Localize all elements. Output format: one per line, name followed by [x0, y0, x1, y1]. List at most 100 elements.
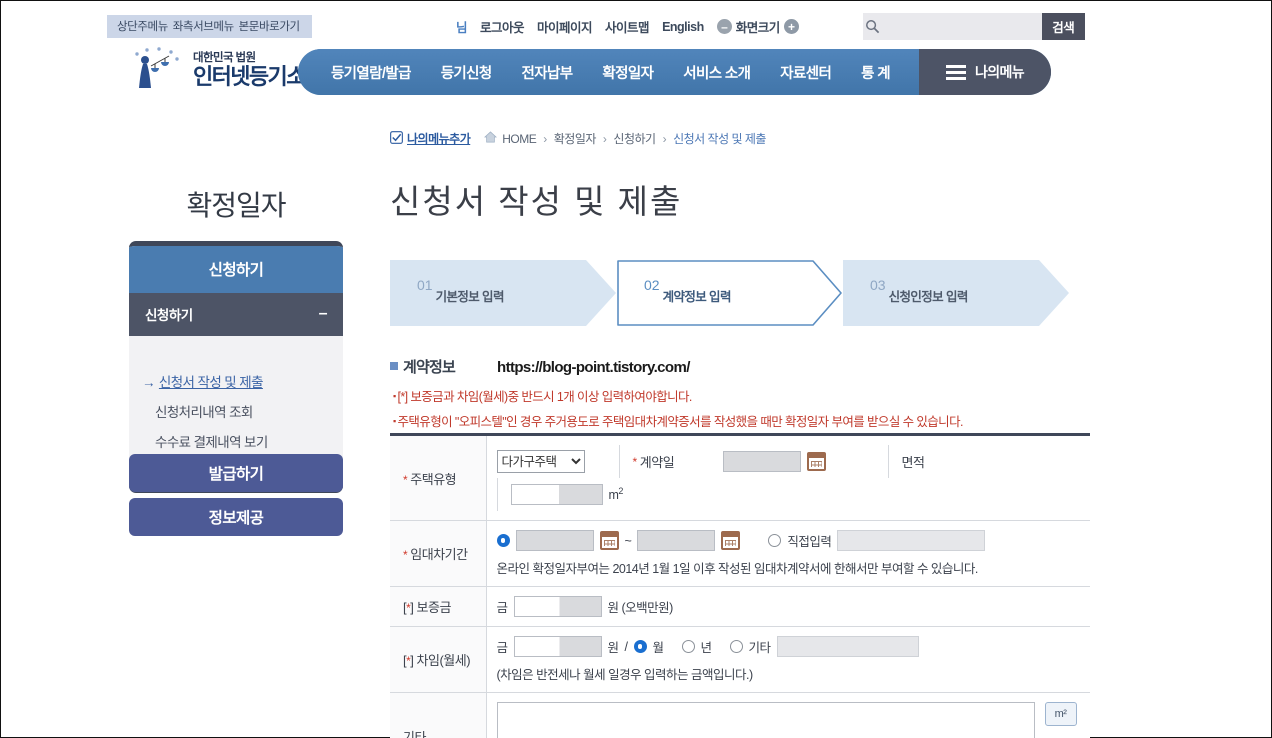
sidebar-item-application-form[interactable]: → 신청서 작성 및 제출: [129, 366, 343, 396]
search-input[interactable]: [882, 13, 1042, 40]
step-2-contract-info[interactable]: 02 계약정보 입력: [617, 260, 843, 326]
rent-period-yearly-radio[interactable]: [681, 640, 695, 653]
mypage-link[interactable]: 마이페이지: [537, 17, 593, 36]
area-input[interactable]: [510, 484, 603, 505]
nav-item-statistics[interactable]: 통 계: [861, 62, 891, 83]
area-unit: m2: [608, 486, 624, 503]
sidebar-title: 확정일자: [186, 190, 286, 222]
required-marker: *: [403, 548, 408, 562]
breadcrumb-separator: ›: [602, 131, 607, 146]
skip-link-content[interactable]: 본문바로가기: [239, 21, 300, 33]
rent-label-text: 차임(월세): [416, 653, 471, 668]
nav-item-registry-view[interactable]: 등기열람/발급: [331, 62, 411, 83]
logo-line-court: 대한민국 법원: [193, 51, 256, 64]
etc-inputs: m²: [496, 702, 1081, 738]
calendar-icon[interactable]: [806, 452, 826, 471]
housing-type-select[interactable]: 다가구주택: [496, 450, 585, 473]
lease-period-range-radio[interactable]: [496, 534, 510, 547]
rent-hint: (차임은 반전세나 월세 일경우 입력하는 금액입니다.): [496, 668, 754, 682]
step-3-number: 03: [870, 277, 886, 293]
english-link[interactable]: English: [662, 20, 704, 34]
section-title-group: 계약정보: [390, 356, 456, 377]
breadcrumb: 나의메뉴추가 HOME › 확정일자 › 신청하기 › 신청서 작성 및 제출: [390, 130, 766, 147]
rent-period-other-input[interactable]: [776, 636, 919, 657]
search-bar: 검색: [863, 13, 1085, 40]
breadcrumb-item-apply[interactable]: 신청하기: [613, 130, 656, 147]
rent-inputs: 금 원 / 월 년 기타: [497, 636, 1081, 657]
utility-links: 님 로그아웃 마이페이지 사이트맵 English – 화면크기 +: [456, 17, 799, 36]
skip-link-sub-menu[interactable]: 좌측서브메뉴: [173, 21, 234, 33]
my-menu-button[interactable]: 나의메뉴: [919, 49, 1051, 95]
sidebar-item-fee-payment-history[interactable]: 수수료 결제내역 보기: [129, 426, 343, 456]
logo-text: 대한민국 법원 인터넷등기소: [193, 51, 306, 88]
section-title: 계약정보: [403, 359, 456, 376]
breadcrumb-item-fixed-date[interactable]: 확정일자: [554, 130, 597, 147]
deposit-input[interactable]: [513, 596, 602, 617]
table-row-deposit: [*] [*] 보증금보증금 금 원 (오백만원): [390, 586, 1090, 627]
label-contract-date: * 계약일: [618, 445, 723, 478]
skip-link-top-menu[interactable]: 상단주메뉴: [117, 21, 168, 33]
rent-period-monthly-radio[interactable]: [633, 640, 647, 653]
breadcrumb-home[interactable]: HOME: [484, 131, 537, 146]
deposit-prefix: 금: [496, 601, 509, 615]
sidebar-section-apply[interactable]: 신청하기 –: [129, 293, 343, 336]
watermark-url: https://blog-point.tistory.com/: [497, 359, 690, 376]
row-1-cells: 다가구주택 * 계약일 면적 m2: [487, 436, 1091, 520]
logout-link[interactable]: 로그아웃: [480, 17, 525, 36]
nav-item-registry-apply[interactable]: 등기신청: [441, 62, 493, 83]
nav-item-service-intro[interactable]: 서비스 소개: [683, 62, 751, 83]
calendar-icon[interactable]: [721, 531, 741, 550]
user-greeting: 님: [456, 21, 468, 35]
table-row-etc: 기타 m² (임대차목적물이 주택의 일부분인 경우 임대차계약증서에 기재된 …: [390, 692, 1090, 738]
skip-navigation[interactable]: 상단주메뉴 좌측서브메뉴 본문바로가기: [107, 15, 312, 38]
rent-period-other-radio[interactable]: [729, 640, 743, 653]
square-meter-button[interactable]: m²: [1044, 702, 1077, 726]
lease-end-date-input[interactable]: [637, 530, 716, 551]
main-navigation: 등기열람/발급 등기신청 전자납부 확정일자 서비스 소개 자료센터 통 계 나…: [298, 49, 1051, 95]
zoom-in-icon[interactable]: +: [783, 19, 799, 34]
nav-item-fixed-date[interactable]: 확정일자: [602, 62, 654, 83]
lease-period-direct-radio[interactable]: [768, 534, 782, 547]
sidebar-item-application-status[interactable]: 신청처리내역 조회: [129, 396, 343, 426]
sidebar-button-issue[interactable]: 발급하기: [129, 454, 343, 492]
page-title: 신청서 작성 및 제출: [390, 183, 683, 221]
step-2-number: 02: [644, 277, 660, 293]
lease-start-date-input[interactable]: [515, 530, 594, 551]
step-3-label: 신청인정보 입력: [888, 290, 969, 304]
step-1-label: 기본정보 입력: [435, 290, 505, 304]
my-menu-label: 나의메뉴: [974, 64, 1025, 80]
deposit-suffix: 원 (오백만원): [607, 601, 674, 615]
sidebar-button-info-provide[interactable]: 정보제공: [129, 498, 343, 536]
add-to-my-menu-button[interactable]: 나의메뉴추가: [390, 130, 471, 147]
step-3-applicant-info[interactable]: 03 신청인정보 입력: [843, 260, 1069, 326]
zoom-out-icon[interactable]: –: [716, 19, 732, 34]
nav-item-epayment[interactable]: 전자납부: [522, 62, 574, 83]
calendar-icon[interactable]: [599, 531, 619, 550]
sidebar-section-label: 신청하기: [145, 308, 193, 323]
rent-period-yearly-label: 년: [700, 641, 713, 655]
contract-date-input[interactable]: [722, 451, 801, 472]
lease-period-inputs: ~ 직접입력: [496, 530, 1081, 551]
sitemap-link[interactable]: 사이트맵: [605, 17, 650, 36]
arrow-right-icon: →: [142, 375, 156, 390]
screen-size-label: 화면크기: [735, 21, 781, 35]
label-text: [*] [*] 보증금보증금: [403, 600, 451, 615]
label-housing-type: * 주택유형: [390, 434, 487, 521]
site-header: 대한민국 법원 인터넷등기소 등기열람/발급 등기신청 전자납부 확정일자 서비…: [1, 41, 1271, 103]
label-text: 계약일: [639, 455, 675, 470]
add-to-my-menu-label: 나의메뉴추가: [407, 132, 471, 146]
search-button[interactable]: 검색: [1041, 13, 1085, 40]
lease-period-direct-input[interactable]: [837, 530, 986, 551]
etc-textarea[interactable]: [496, 702, 1035, 738]
collapse-icon[interactable]: –: [319, 305, 328, 323]
nav-item-data-center[interactable]: 자료센터: [780, 62, 832, 83]
direct-input-label: 직접입력: [787, 535, 832, 549]
sidebar-item-label: 신청서 작성 및 제출: [158, 375, 264, 390]
housing-type-cell: 다가구주택: [496, 450, 619, 473]
rent-period-other-label: 기타: [748, 641, 772, 655]
rent-input[interactable]: [513, 636, 602, 657]
step-1-basic-info[interactable]: 01 기본정보 입력: [390, 260, 616, 326]
site-logo[interactable]: 대한민국 법원 인터넷등기소: [129, 46, 306, 94]
section-header: 계약정보 https://blog-point.tistory.com/: [390, 356, 690, 377]
area-cell: m2: [496, 478, 624, 511]
